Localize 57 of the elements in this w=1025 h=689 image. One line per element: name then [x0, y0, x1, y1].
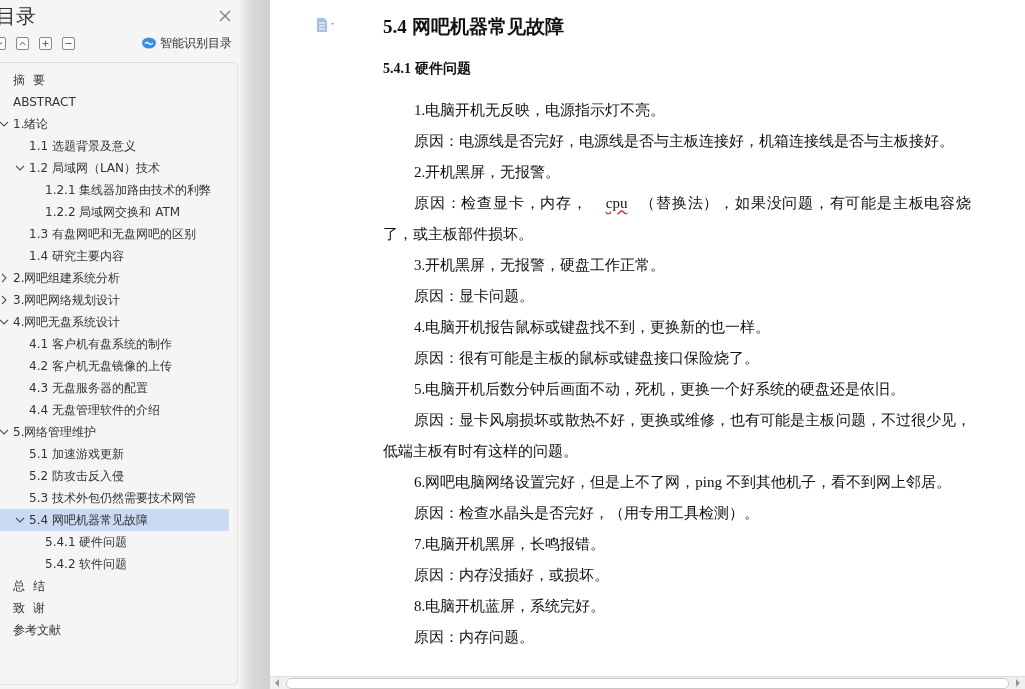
toc-item[interactable]: 1.2.1 集线器加路由技术的利弊	[0, 179, 229, 201]
body-paragraph: 原因：很有可能是主板的鼠标或键盘接口保险烧了。	[413, 349, 760, 368]
collapse-up-icon[interactable]	[16, 36, 29, 50]
toc-item[interactable]: 4.1 客户机有盘系统的制作	[0, 333, 229, 355]
toc-item[interactable]: 5.网络管理维护	[0, 421, 229, 443]
chevron-down-icon[interactable]	[0, 119, 9, 129]
toc-item[interactable]: 5.4.1 硬件问题	[0, 531, 229, 553]
body-paragraph: 原因：内存没插好，或损坏。	[413, 566, 610, 585]
close-icon[interactable]	[218, 9, 232, 23]
body-paragraph: 6.网吧电脑网络设置完好，但是上不了网，ping 不到其他机子，看不到网上邻居。	[413, 473, 952, 492]
body-paragraph: 5.电脑开机后数分钟后画面不动，死机，更换一个好系统的硬盘还是依旧。	[413, 380, 907, 399]
body-paragraph: 1.电脑开机无反映，电源指示灯不亮。	[413, 101, 667, 120]
toc-item[interactable]: 参考文献	[0, 619, 229, 641]
chevron-right-icon[interactable]	[0, 295, 9, 305]
body-paragraph: 3.开机黑屏，无报警，硬盘工作正常。	[413, 256, 667, 275]
cloud-icon	[142, 37, 156, 49]
toc-item[interactable]: 1.绪论	[0, 113, 229, 135]
toc-item[interactable]: 4.网吧无盘系统设计	[0, 311, 229, 333]
toc-item[interactable]: 5.1 加速游戏更新	[0, 443, 229, 465]
expand-plus-icon[interactable]	[39, 36, 52, 50]
toc-item[interactable]: 1.4 研究主要内容	[0, 245, 229, 267]
toc-item[interactable]: 4.4 无盘管理软件的介绍	[0, 399, 229, 421]
chevron-right-icon[interactable]	[0, 273, 9, 283]
toc-item[interactable]: 总 结	[0, 575, 229, 597]
toc-item[interactable]: 2.网吧组建系统分析	[0, 267, 229, 289]
toc-item[interactable]: ABSTRACT	[0, 91, 229, 113]
body-paragraph: 7.电脑开机黑屏，长鸣报错。	[413, 535, 607, 554]
toc-item[interactable]: 致 谢	[0, 597, 229, 619]
toc-item[interactable]: 5.4 网吧机器常见故障	[0, 509, 229, 531]
toc-item[interactable]: 5.3 技术外包仍然需要技术网管	[0, 487, 229, 509]
body-paragraph: 2.开机黑屏，无报警。	[413, 163, 562, 182]
toc-item[interactable]: 4.2 客户机无盘镜像的上传	[0, 355, 229, 377]
toc-item[interactable]: 1.1 选题背景及意义	[0, 135, 229, 157]
chevron-down-icon[interactable]	[0, 317, 9, 327]
toc-item[interactable]: 5.2 防攻击反入侵	[0, 465, 229, 487]
chevron-down-icon[interactable]	[15, 163, 25, 173]
toc-item[interactable]: 摘 要	[0, 69, 229, 91]
body-paragraph: 原因：电源线是否完好，电源线是否与主板连接好，机箱连接线是否与主板接好。	[413, 132, 955, 151]
subsection-heading: 5.4.1 硬件问题	[383, 60, 472, 78]
body-paragraph: 原因：显卡问题。	[413, 287, 535, 306]
toc-item[interactable]: 4.3 无盘服务器的配置	[0, 377, 229, 399]
body-paragraph: 原因：显卡风扇损坏或散热不好，更换或维修，也有可能是主板问题，不过很少见，低端主板有时有这样的问题。	[383, 411, 971, 461]
smart-toc-button[interactable]: 智能识别目录	[142, 34, 232, 52]
toc-item[interactable]: 1.2 局域网（LAN）技术	[0, 157, 229, 179]
toc-item[interactable]: 3.网吧网络规划设计	[0, 289, 229, 311]
body-paragraph: 原因：检查显卡，内存， cpu （替换法），如果没问题，有可能是主板电容烧了，或主板部件损坏。	[383, 194, 971, 244]
chevron-down-icon[interactable]	[15, 515, 25, 525]
collapse-minus-icon[interactable]	[62, 36, 75, 50]
toc-item[interactable]: 5.4.2 软件问题	[0, 553, 229, 575]
body-paragraph: 原因：检查水晶头是否完好，（用专用工具检测）。	[413, 504, 760, 523]
toc-item[interactable]: 1.2.2 局域网交换和 ATM	[0, 201, 229, 223]
body-paragraph: 8.电脑开机蓝屏，系统完好。	[413, 597, 607, 616]
body-paragraph: 原因：内存问题。	[413, 628, 535, 647]
section-heading: 5.4 网吧机器常见故障	[383, 15, 565, 39]
toc-item[interactable]: 1.3 有盘网吧和无盘网吧的区别	[0, 223, 229, 245]
chevron-down-icon[interactable]	[0, 427, 9, 437]
body-paragraph: 4.电脑开机报告鼠标或键盘找不到，更换新的也一样。	[413, 318, 772, 337]
